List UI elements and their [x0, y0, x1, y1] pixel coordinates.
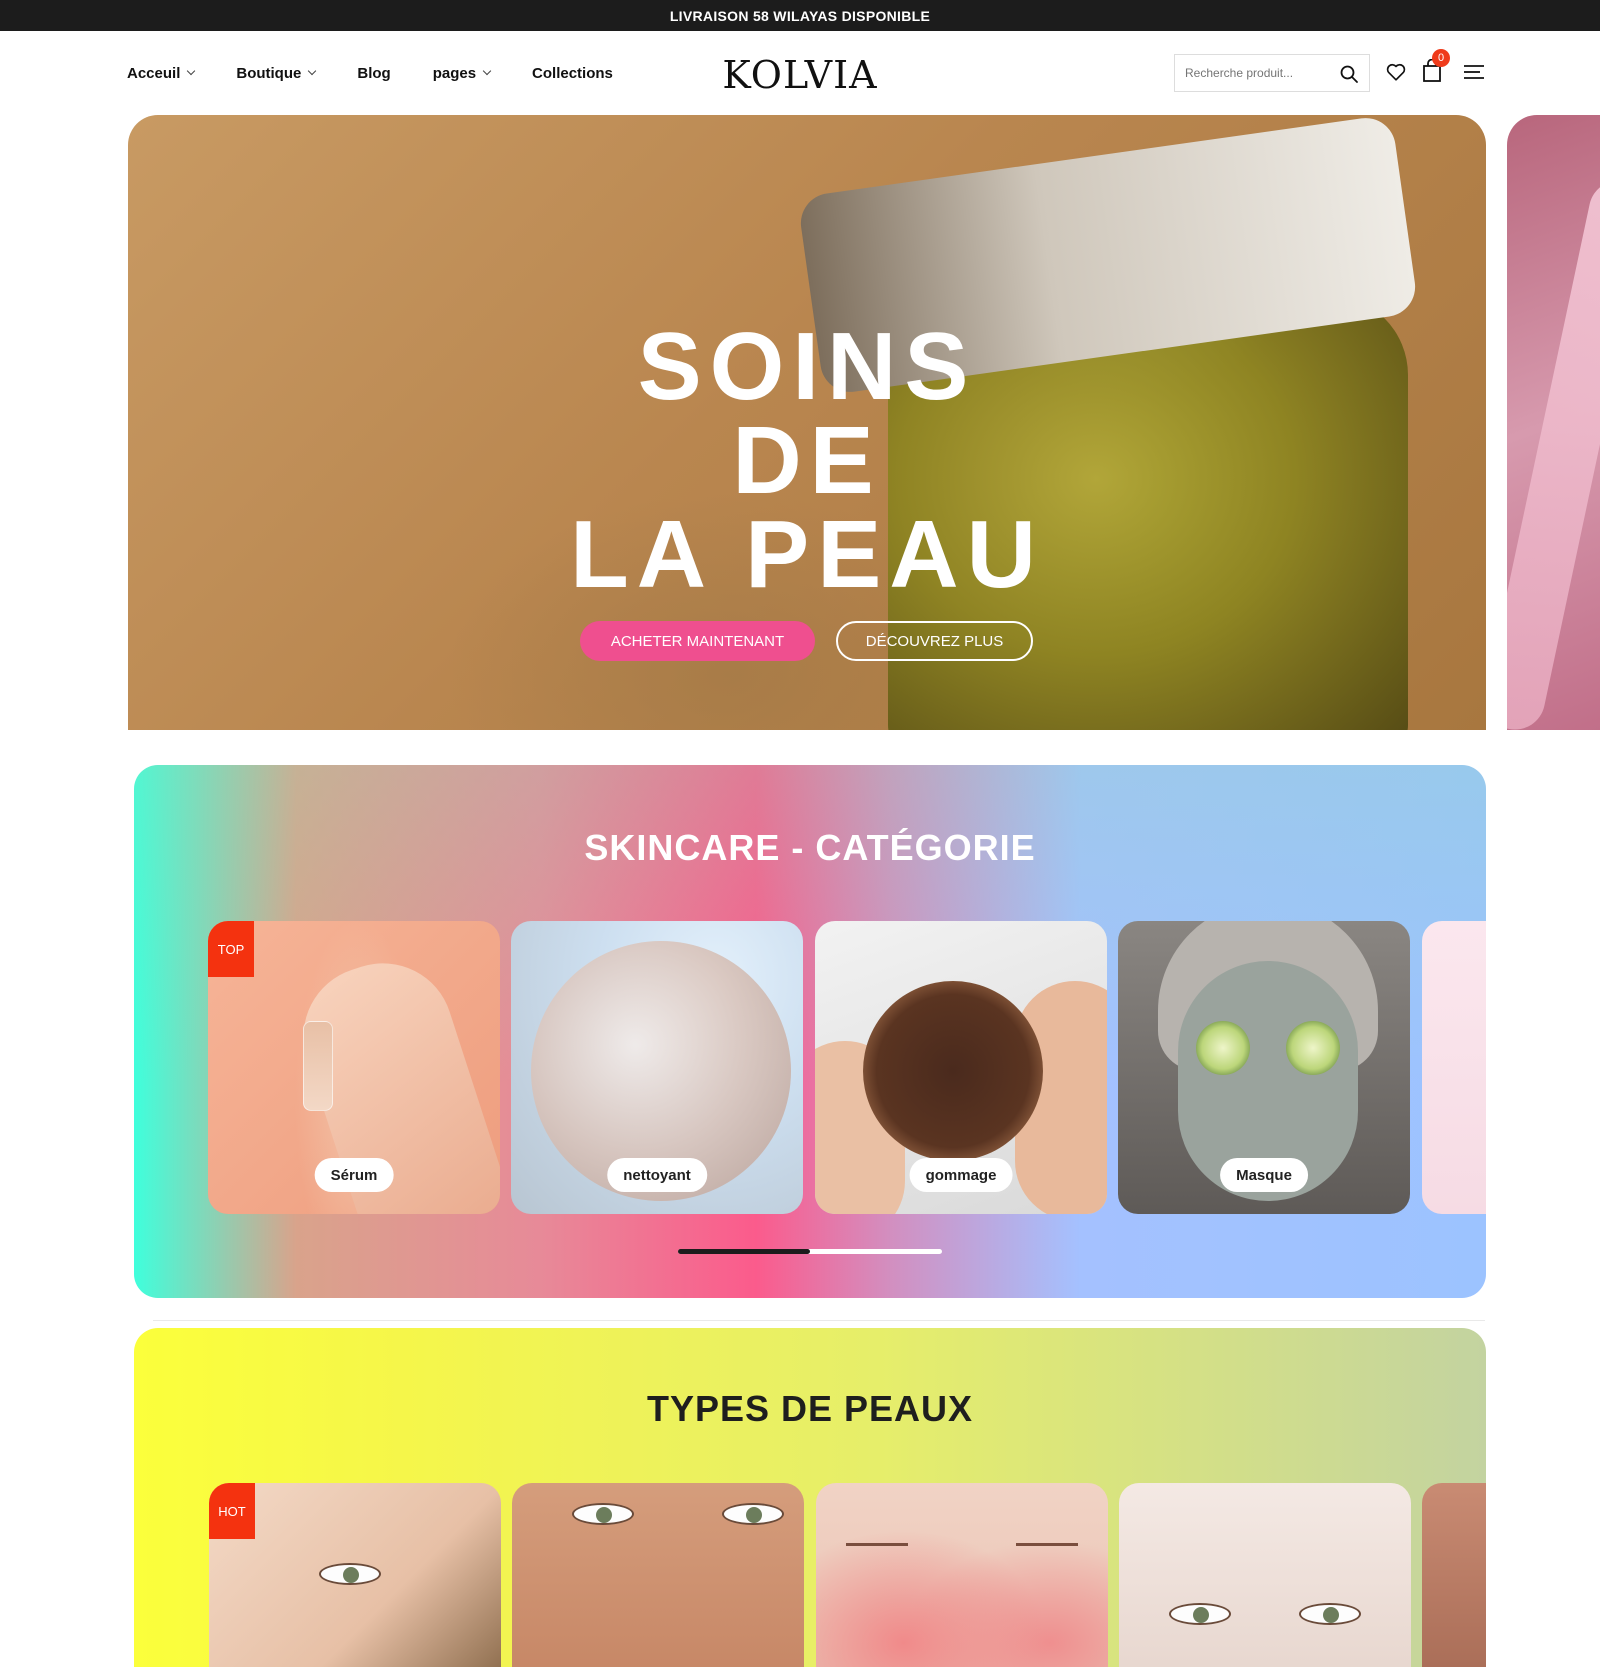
serum-bottle-image — [303, 1021, 333, 1111]
announcement-bar: LIVRAISON 58 WILAYAS DISPONIBLE — [0, 0, 1600, 31]
main-nav: Acceuil Boutique Blog pages Collections — [127, 31, 655, 115]
skin-type-card-partial[interactable] — [1422, 1483, 1486, 1667]
nav-item-collections[interactable]: Collections — [532, 65, 613, 82]
nav-label: Acceuil — [127, 64, 181, 82]
skin-types-section: TYPES DE PEAUX HOT — [134, 1328, 1486, 1667]
skin-type-card[interactable] — [512, 1483, 804, 1667]
section-divider — [153, 1320, 1485, 1321]
category-label[interactable]: nettoyant — [607, 1158, 707, 1192]
ribbon-image — [1507, 174, 1600, 730]
scrub-bowl-image — [863, 981, 1043, 1161]
hero-title: SOINS DE LA PEAU — [570, 313, 1044, 608]
skin-type-card[interactable]: HOT — [209, 1483, 501, 1667]
eye-image — [319, 1563, 381, 1585]
cucumber-image — [1286, 1021, 1340, 1075]
eye-image — [1169, 1603, 1231, 1625]
nav-item-boutique[interactable]: Boutique — [236, 64, 317, 82]
carousel-progress-fill — [678, 1249, 810, 1254]
eye-image — [846, 1543, 908, 1557]
announcement-text: LIVRAISON 58 WILAYAS DISPONIBLE — [669, 7, 931, 24]
cucumber-image — [1196, 1021, 1250, 1075]
hot-badge: HOT — [209, 1483, 255, 1539]
category-label[interactable]: Masque — [1220, 1158, 1308, 1192]
site-logo[interactable]: KOLVIA — [722, 53, 877, 97]
search-icon[interactable] — [1339, 64, 1359, 89]
eye-image — [1299, 1603, 1361, 1625]
top-badge: TOP — [208, 921, 254, 977]
carousel-progress-bar[interactable] — [678, 1249, 942, 1254]
hero-next-slide[interactable] — [1507, 115, 1600, 730]
menu-icon[interactable] — [1463, 64, 1485, 85]
nav-label: Blog — [357, 64, 391, 82]
skin-type-card[interactable] — [816, 1483, 1108, 1667]
category-card-gommage[interactable]: gommage — [815, 921, 1107, 1214]
category-card-partial[interactable] — [1422, 921, 1486, 1214]
section-title: SKINCARE - CATÉGORIE — [584, 827, 1036, 868]
discover-more-button[interactable]: DÉCOUVREZ PLUS — [836, 621, 1033, 661]
nav-item-acceuil[interactable]: Acceuil — [127, 64, 196, 82]
cart-count-badge: 0 — [1432, 49, 1450, 67]
hero-banner: SOINS DE LA PEAU ACHETER MAINTENANT DÉCO… — [128, 115, 1486, 730]
nav-label: Boutique — [236, 64, 302, 82]
skin-type-card[interactable] — [1119, 1483, 1411, 1667]
category-card-serum[interactable]: TOP Sérum — [208, 921, 500, 1214]
chevron-down-icon — [187, 66, 196, 76]
shop-now-button[interactable]: ACHETER MAINTENANT — [580, 621, 815, 661]
search-box — [1174, 54, 1370, 92]
chevron-down-icon — [482, 66, 492, 76]
eye-image — [1016, 1543, 1078, 1557]
nav-item-pages[interactable]: pages — [432, 64, 492, 82]
category-card-nettoyant[interactable]: nettoyant — [511, 921, 803, 1214]
heart-icon[interactable] — [1385, 61, 1407, 88]
category-card-masque[interactable]: Masque — [1118, 921, 1410, 1214]
nav-item-blog[interactable]: Blog — [357, 65, 390, 82]
eye-image — [722, 1503, 784, 1525]
skincare-category-section: SKINCARE - CATÉGORIE TOP Sérum nettoyant… — [134, 765, 1486, 1298]
eye-image — [572, 1503, 634, 1525]
nav-label: pages — [432, 64, 477, 82]
chevron-down-icon — [308, 66, 317, 76]
search-input[interactable] — [1185, 66, 1335, 80]
category-label[interactable]: Sérum — [314, 1158, 394, 1192]
category-label[interactable]: gommage — [909, 1158, 1013, 1192]
section-title: TYPES DE PEAUX — [646, 1388, 974, 1429]
site-header: Acceuil Boutique Blog pages Collections … — [0, 31, 1600, 115]
nav-label: Collections — [532, 64, 613, 82]
